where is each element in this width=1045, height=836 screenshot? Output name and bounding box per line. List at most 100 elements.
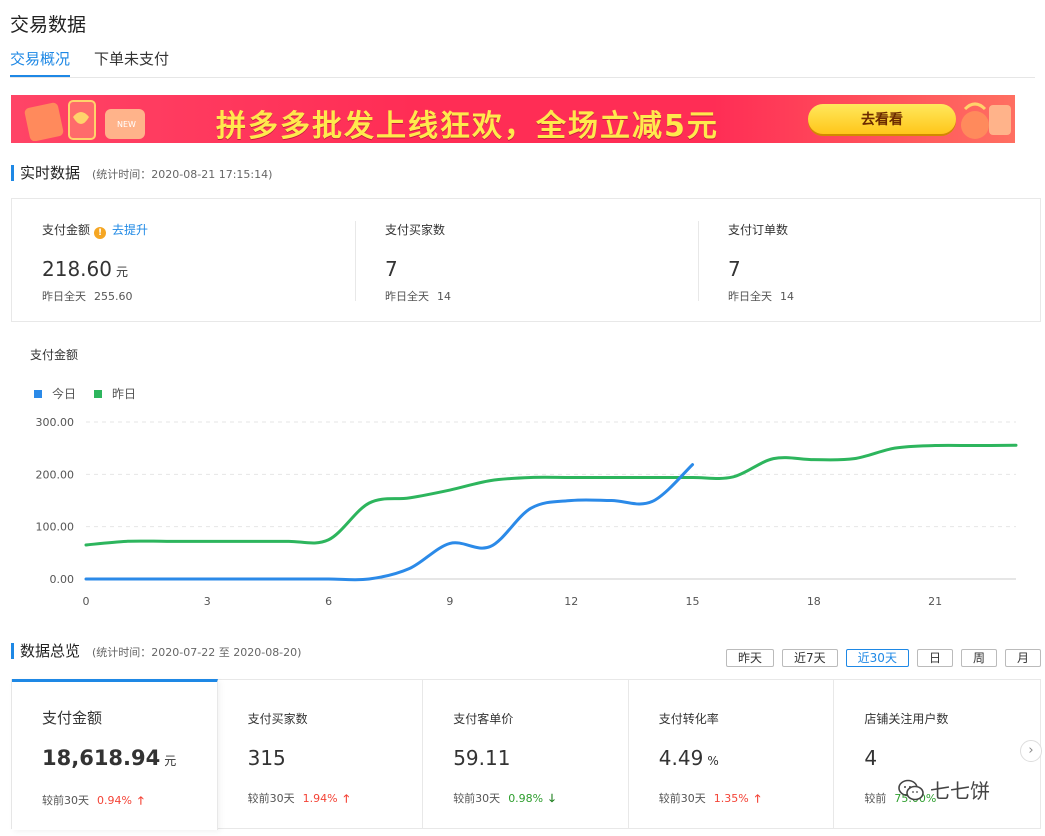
stat-unit: 元 [115,265,128,279]
arrow-up-icon: 🡑 [343,792,350,805]
card-unit: % [707,754,719,768]
divider [698,221,699,301]
overview-section-title: 数据总览 (统计时间：2020-07-22 至 2020-08-20) [11,640,301,661]
tab-unpaid-orders[interactable]: 下单未支付 [94,48,169,77]
overview-cards: 支付金额 18,618.94 元 较前30天 0.94% 🡑 支付买家数 315 较前… [11,679,1041,830]
arrow-up-icon: 🡑 [137,794,144,807]
compare-label: 较前30天 [453,792,501,805]
overview-card-shop-followers[interactable]: 店铺关注用户数 4 较前75.00% [834,680,1040,828]
stat-value: 7 [385,257,398,281]
y-tick-label: 200.00 [36,468,75,481]
banner-headline: 拼多多批发上线狂欢，全场立减5元 [216,109,719,143]
yesterday-value: 255.60 [94,290,133,303]
x-tick-label: 0 [83,595,90,608]
wechat-icon [898,779,924,800]
legend-swatch [34,389,42,398]
card-label: 支付金额 [42,709,103,727]
card-label: 店铺关注用户数 [864,712,949,726]
range-month-button[interactable]: 月 [1004,649,1041,667]
yesterday-label: 昨日全天 [385,290,429,303]
compare-label: 较前30天 [247,792,295,805]
x-tick-label: 9 [446,595,453,608]
card-value: 4 [864,746,878,770]
card-value: 18,618.94 元 [42,746,176,770]
range-week-button[interactable]: 周 [960,649,997,667]
overview-card-avg-order-value[interactable]: 支付客单价 59.11 较前30天 0.98% 🡓 [423,680,629,828]
series-line-today [84,463,695,582]
stat-yesterday: 昨日全天 14 [728,288,794,304]
realtime-section-title: 实时数据 (统计时间：2020-08-21 17:15:14) [11,162,272,183]
stat-yesterday: 昨日全天 14 [385,288,451,304]
svg-text:NEW: NEW [117,120,136,129]
section-marker [11,642,14,659]
stat-yesterday: 昨日全天 255.60 [42,288,133,304]
toy-decoration-icon [961,102,1011,139]
stat-label: 支付买家数 [385,223,446,237]
x-tick-label: 12 [564,595,578,608]
yesterday-label: 昨日全天 [42,290,86,303]
watermark-text: 七七饼 [930,779,990,803]
overview-card-payment-amount[interactable]: 支付金额 18,618.94 元 较前30天 0.94% 🡑 [12,679,218,830]
legend-swatch [94,389,103,398]
yesterday-value: 14 [780,290,794,303]
arrow-down-icon: 🡓 [549,792,555,805]
card-compare: 较前30天 0.94% 🡑 [42,792,144,811]
gift-decoration-icon: NEW [24,100,145,141]
compare-percent: 1.94% [302,792,338,805]
card-label: 支付转化率 [658,712,719,726]
warning-icon[interactable]: ! [94,227,107,239]
card-value: 315 [247,746,286,770]
section-marker [11,164,14,181]
legend-label: 昨日 [112,387,137,401]
realtime-stat-time: (统计时间：2020-08-21 17:15:14) [92,168,273,181]
banner-go-button[interactable]: 去看看 [808,104,956,134]
stat-buyer-count: 支付买家数 7 昨日全天 14 [385,199,695,323]
improve-link[interactable]: 去提升 [112,223,148,237]
promo-banner[interactable]: NEW 拼多多批发上线狂欢，全场立减5元 去看看 [11,95,1015,143]
overview-card-buyer-count[interactable]: 支付买家数 315 较前30天 1.94% 🡑 [218,680,424,828]
stat-order-count: 支付订单数 7 昨日全天 14 [728,199,1028,323]
legend-yesterday[interactable]: 昨日 [94,385,136,402]
card-compare: 较前30天 1.35% 🡑 [659,790,761,809]
stat-value: 7 [728,257,741,281]
compare-label: 较前30天 [42,794,89,807]
card-compare: 较前30天 0.98% 🡓 [453,790,555,809]
range-30days-button[interactable]: 近30天 [845,649,909,667]
y-tick-label: 100.00 [36,521,75,534]
card-unit: 元 [164,754,177,768]
range-7days-button[interactable]: 近7天 [782,649,838,667]
overview-card-conversion-rate[interactable]: 支付转化率 4.49% 较前30天 1.35% 🡑 [629,680,835,828]
compare-percent: 0.98% [508,792,544,805]
realtime-title: 实时数据 [20,164,81,182]
tab-bar: 交易概况 下单未支付 [10,48,1035,78]
card-value-number: 4.49 [658,746,704,770]
y-tick-label: 300.00 [36,416,75,429]
card-label: 支付买家数 [247,712,308,726]
x-tick-label: 3 [204,595,211,608]
card-value: 4.49% [659,746,719,770]
y-tick-label: 0.00 [50,573,75,586]
compare-label: 较前30天 [658,792,706,805]
arrow-up-icon: 🡑 [754,792,761,805]
legend-today[interactable]: 今日 [34,385,76,402]
chart-title: 支付金额 [30,348,79,362]
x-tick-label: 6 [325,595,332,608]
compare-label: 较前 [864,792,887,805]
range-yesterday-button[interactable]: 昨天 [726,649,775,667]
chevron-right-icon[interactable]: › [1020,740,1042,762]
stat-label: 支付订单数 [728,223,789,237]
chart-legend: 今日 昨日 [34,385,154,402]
card-value-number: 18,618.94 [42,746,161,770]
tab-trade-overview[interactable]: 交易概况 [10,48,71,77]
range-day-button[interactable]: 日 [916,649,953,667]
stat-value-number: 218.60 [42,257,112,281]
compare-percent: 1.35% [713,792,749,805]
yesterday-value: 14 [437,290,451,303]
compare-percent: 0.94% [97,794,132,807]
legend-label: 今日 [52,387,77,401]
card-compare: 较前30天 1.94% 🡑 [248,790,350,809]
watermark: 七七饼 [898,775,990,804]
x-tick-label: 21 [928,595,942,608]
divider [355,221,356,301]
payment-amount-line-chart: 0.00 100.00 200.00 300.00 0 3 6 9 12 15 18 21 [36,416,1018,608]
